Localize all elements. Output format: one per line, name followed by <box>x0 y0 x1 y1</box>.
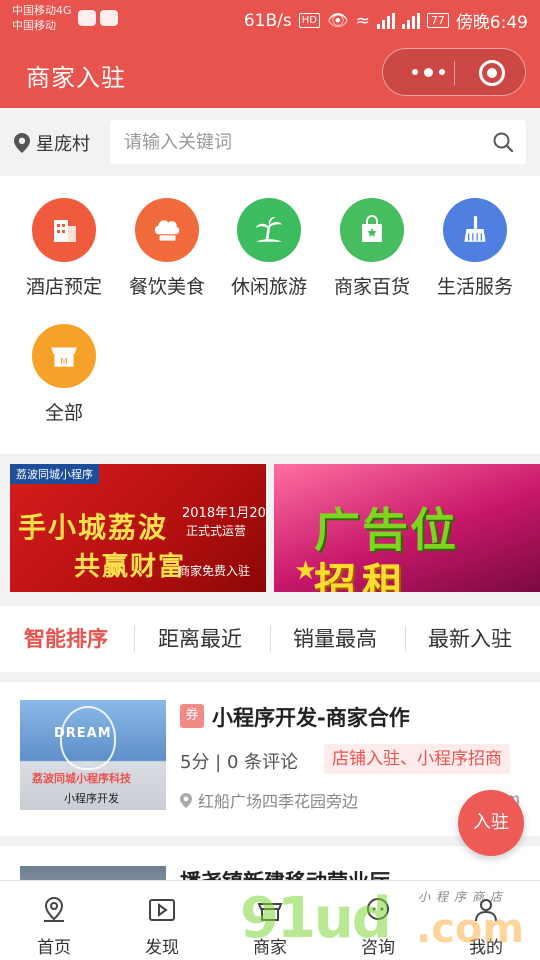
banner-promo[interactable]: 荔波同城小程序 手小城荔波 共赢财富 2018年1月20 正式式运营 商家免费入… <box>10 464 266 592</box>
category-all[interactable]: M 全部 <box>12 302 116 424</box>
chat-icon <box>367 898 389 920</box>
page-title: 商家入驻 <box>26 64 126 92</box>
search-box <box>110 120 526 164</box>
wifi-icon: ≈ <box>355 10 370 31</box>
nav-bar: 商家入驻 <box>0 38 540 108</box>
category-label: 生活服务 <box>436 276 513 298</box>
banner-ad-space[interactable]: 广告位 ★ 招租 <box>274 464 540 592</box>
banner-operation-text: 正式式运营 <box>186 524 247 538</box>
tab-label: 首页 <box>37 938 71 958</box>
category-travel[interactable]: 休闲旅游 <box>217 176 321 298</box>
location-pin-icon <box>14 133 30 153</box>
divider <box>405 626 406 652</box>
status-indicators: 61B/s HD 👁 ≈ 77 傍晚6:49 <box>243 8 528 34</box>
search-icon[interactable] <box>492 131 514 153</box>
video-play-icon <box>149 899 175 921</box>
category-label: 餐饮美食 <box>128 276 205 298</box>
category-food[interactable]: 餐饮美食 <box>115 176 219 298</box>
message-icon <box>78 10 96 26</box>
shop-tags: 店铺入驻、小程序招商 <box>324 744 510 774</box>
battery-icon: 77 <box>426 13 449 28</box>
app-notification-icon <box>100 10 118 26</box>
capsule-divider <box>454 61 455 85</box>
category-grid: 酒店预定 餐饮美食 休闲旅游 商家百货 生活服务 M 全部 <box>0 176 540 454</box>
tab-home[interactable]: 首页 <box>0 881 108 960</box>
location-pin-icon <box>180 792 192 808</box>
user-icon <box>475 899 497 922</box>
tab-bar: 首页 发现 商家 咨询 我的 <box>0 880 540 960</box>
category-label: 全部 <box>44 402 83 424</box>
signal-2-icon <box>401 12 420 29</box>
coupon-badge: 券 <box>180 704 204 728</box>
category-label: 酒店预定 <box>25 276 102 298</box>
sort-tab-newest[interactable]: 最新入驻 <box>428 606 512 672</box>
location-label: 星庞村 <box>36 134 90 155</box>
store-icon: M <box>32 324 96 388</box>
net-speed: 61B/s <box>243 10 292 31</box>
tab-label: 我的 <box>469 938 503 958</box>
shop-address: 红船广场四季花园旁边 <box>180 788 358 812</box>
location-pin-icon <box>44 896 64 922</box>
palm-tree-icon <box>237 198 301 262</box>
thumbnail-tag: 荔波同城小程序科技 <box>32 772 131 785</box>
tab-merchants[interactable]: 商家 <box>216 881 324 960</box>
listing-thumbnail: DREAM 荔波同城小程序科技 小程序开发 <box>20 700 166 810</box>
search-input[interactable] <box>124 129 464 155</box>
miniprogram-capsule <box>382 48 526 96</box>
join-merchant-button[interactable]: 入驻 <box>458 790 524 856</box>
shop-name: 小程序开发-商家合作 <box>212 706 410 730</box>
close-miniprogram-button[interactable] <box>479 60 505 86</box>
shopping-bag-icon <box>340 198 404 262</box>
carrier-line-2: 中国移动 <box>12 19 56 32</box>
search-bar: 星庞村 <box>0 108 540 176</box>
signal-icon <box>376 12 395 29</box>
page: 中国移动4G 中国移动 61B/s HD 👁 ≈ 77 傍晚6:49 商家入驻 <box>0 0 540 960</box>
sort-tabs: 智能排序 距离最近 销量最高 最新入驻 <box>0 606 540 672</box>
category-label: 休闲旅游 <box>230 276 307 298</box>
dot-icon <box>423 67 433 77</box>
banner-subheadline: 共赢财富 <box>74 552 187 582</box>
hd-icon: HD <box>298 13 320 28</box>
dot-icon <box>411 69 418 75</box>
chef-hat-icon <box>135 198 199 262</box>
tab-discover[interactable]: 发现 <box>108 881 216 960</box>
carrier-info: 中国移动4G 中国移动 <box>12 3 72 33</box>
tab-profile[interactable]: 我的 <box>432 881 540 960</box>
category-label: 商家百货 <box>333 276 410 298</box>
eye-icon: 👁 <box>326 10 349 31</box>
sort-tab-sales[interactable]: 销量最高 <box>293 606 377 672</box>
thumbnail-caption: 小程序开发 <box>64 792 119 805</box>
banner-carousel: 荔波同城小程序 手小城荔波 共赢财富 2018年1月20 正式式运营 商家免费入… <box>0 454 540 606</box>
store-icon <box>257 903 283 921</box>
banner-date: 2018年1月20 <box>182 506 266 521</box>
clock: 傍晚6:49 <box>455 13 528 33</box>
category-hotel[interactable]: 酒店预定 <box>12 176 116 298</box>
sort-tab-distance[interactable]: 距离最近 <box>158 606 242 672</box>
banner-free-text: 商家免费入驻 <box>178 564 251 578</box>
banner-headline: 手小城荔波 <box>18 511 169 544</box>
status-bar: 中国移动4G 中国移动 61B/s HD 👁 ≈ 77 傍晚6:49 <box>0 0 540 38</box>
location-selector[interactable]: 星庞村 <box>14 130 90 156</box>
category-life-services[interactable]: 生活服务 <box>423 176 527 298</box>
tab-label: 商家 <box>253 938 287 958</box>
svg-text:M: M <box>60 358 67 368</box>
thumbnail-text: DREAM <box>54 726 112 741</box>
tab-consult[interactable]: 咨询 <box>324 881 432 960</box>
more-menu-button[interactable] <box>403 49 453 95</box>
category-department-store[interactable]: 商家百货 <box>320 176 424 298</box>
broom-icon <box>443 198 507 262</box>
address-text: 红船广场四季花园旁边 <box>198 792 359 811</box>
banner-tag: 荔波同城小程序 <box>10 464 99 484</box>
tab-label: 咨询 <box>361 938 395 958</box>
sort-tab-smart[interactable]: 智能排序 <box>24 606 108 672</box>
dot-icon <box>438 69 445 75</box>
shop-rating: 5分 | 0 条评论 <box>180 752 299 773</box>
tab-label: 发现 <box>145 938 179 958</box>
carrier-line-1: 中国移动4G <box>12 4 72 17</box>
divider <box>134 626 135 652</box>
divider <box>270 626 271 652</box>
hotel-icon <box>32 198 96 262</box>
banner-subheadline: 招租 <box>314 559 411 592</box>
